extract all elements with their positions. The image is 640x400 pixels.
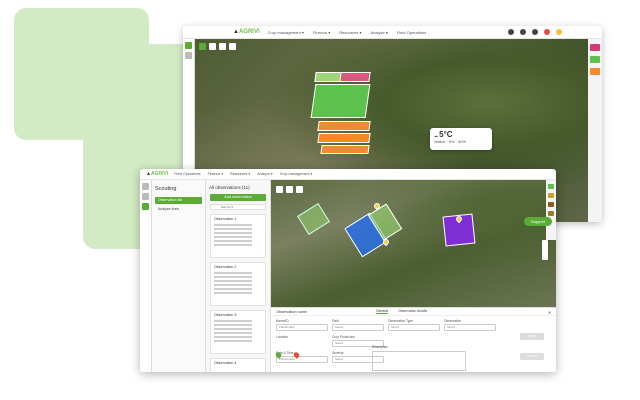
draw-icon[interactable] — [209, 43, 216, 50]
app-logo: ▲AGRIVI — [146, 171, 169, 177]
tab-general[interactable]: General — [376, 309, 389, 314]
field-polygon[interactable] — [339, 72, 371, 82]
field-select[interactable]: Select — [332, 324, 384, 331]
nav-menu-item[interactable]: Crop management ▾ — [268, 30, 304, 35]
sidebar-item-analyze-area[interactable]: Analyze Area — [155, 206, 202, 213]
avatar[interactable] — [556, 29, 562, 35]
panel-title: Scouting — [155, 186, 177, 192]
nav-menu-item[interactable]: Resources ▾ — [230, 172, 250, 176]
nav-menu-item[interactable]: Finance ▾ — [208, 172, 224, 176]
field-label: Crop Production — [332, 335, 356, 339]
sound-icon[interactable] — [185, 52, 192, 59]
temperature: 5°C — [439, 130, 453, 139]
card-title: Observation 4 — [214, 361, 237, 365]
field-label: Location — [276, 335, 289, 339]
list-item[interactable]: Observation 4 — [210, 358, 266, 372]
measure-icon[interactable] — [219, 43, 226, 50]
scouting-icon[interactable] — [142, 203, 149, 210]
layer-swatch[interactable] — [590, 44, 600, 51]
cloud-icon: ☁ — [434, 133, 438, 138]
calendar-icon[interactable] — [520, 29, 526, 35]
top-navigation: ▲AGRIVI Field Operations Finance ▾ Resou… — [140, 169, 556, 180]
field-polygon[interactable] — [317, 121, 371, 131]
app-logo: ▲AGRIVI — [233, 29, 260, 35]
satellite-map[interactable]: Support — [271, 180, 556, 307]
list-item[interactable]: Observation 3 — [210, 310, 266, 354]
nav-menu-item[interactable]: Finance ▾ — [313, 30, 330, 35]
scouting-panel: Scouting Observation list Analyze Area — [152, 180, 206, 372]
layer-swatch[interactable] — [548, 211, 554, 216]
nav-menu-item[interactable]: Resources ▾ — [339, 30, 361, 35]
card-title: Observation 2 — [214, 265, 237, 269]
measure-icon[interactable] — [286, 186, 293, 193]
support-button[interactable]: Support — [524, 217, 552, 226]
field-label: Name/ID — [276, 319, 289, 323]
draw-icon[interactable] — [276, 186, 283, 193]
field-label: Description — [372, 345, 388, 349]
layer-rail — [546, 180, 556, 240]
form-title: Observation name — [276, 310, 308, 314]
notifications-icon[interactable] — [544, 29, 550, 35]
nav-menu-item[interactable]: Crop management ▾ — [280, 172, 313, 176]
field-polygon[interactable] — [297, 203, 330, 235]
layer-swatch[interactable] — [590, 56, 600, 63]
field-label: Observation Type — [388, 319, 413, 323]
tab-observation-details[interactable]: Observation details — [398, 309, 427, 314]
sidebar-item-observation-list[interactable]: Observation list — [155, 197, 202, 204]
filter-icon[interactable] — [142, 193, 149, 200]
add-field-icon[interactable] — [199, 43, 206, 50]
top-navigation: ▲AGRIVI Crop management ▾ Finance ▾ Reso… — [183, 26, 602, 39]
weather-details: Watch · 0% · 50% — [434, 139, 467, 144]
layer-swatch[interactable] — [548, 184, 554, 189]
zoom-control[interactable] — [542, 240, 548, 260]
description-textarea[interactable] — [372, 351, 466, 371]
weather-widget: ☁ 5°C Watch · 0% · 50% — [430, 128, 492, 150]
observation-form: Observation name ✕ General Observation d… — [271, 307, 556, 372]
layers-icon[interactable] — [296, 186, 303, 193]
layer-swatch[interactable] — [548, 193, 554, 198]
bell-icon[interactable] — [532, 29, 538, 35]
nav-menu-item[interactable]: Analyze ▾ — [257, 172, 273, 176]
location-pin-icon[interactable] — [274, 351, 283, 359]
layer-swatch[interactable] — [548, 202, 554, 207]
panel-title: All observations (11) — [209, 185, 250, 190]
observation-pin[interactable] — [381, 237, 391, 247]
add-observation-button[interactable]: Add observation — [210, 194, 266, 201]
nav-menu-item[interactable]: Field Operations — [174, 172, 200, 176]
help-icon[interactable] — [508, 29, 514, 35]
map-layers-icon[interactable] — [185, 42, 192, 49]
name-input[interactable]: Placeholder — [276, 324, 328, 331]
field-polygon[interactable] — [320, 145, 370, 154]
nav-menu-item[interactable]: Analyze ▾ — [370, 30, 387, 35]
observations-panel: All observations (11) Add observation So… — [206, 180, 271, 372]
layers-icon[interactable] — [229, 43, 236, 50]
field-polygon[interactable] — [310, 84, 371, 118]
close-icon[interactable]: ✕ — [548, 310, 551, 315]
observation-select[interactable]: Select — [444, 324, 496, 331]
layer-swatch[interactable] — [590, 68, 600, 75]
nav-menu-item[interactable]: Field Operations — [397, 30, 426, 35]
sort-dropdown[interactable]: Sort by ▾ — [210, 204, 266, 210]
list-item[interactable]: Observation 2 — [210, 262, 266, 306]
field-label: Observation — [444, 319, 462, 323]
card-title: Observation 3 — [214, 313, 237, 317]
layer-rail — [588, 39, 602, 222]
save-button[interactable]: Save — [520, 333, 544, 340]
card-title: Observation 1 — [214, 217, 237, 221]
observation-type-select[interactable]: Select — [388, 324, 440, 331]
cancel-button[interactable]: Cancel — [520, 353, 544, 360]
field-label: Field — [332, 319, 339, 323]
home-icon[interactable] — [142, 183, 149, 190]
field-polygon[interactable] — [317, 133, 371, 143]
left-rail — [140, 180, 152, 372]
list-item[interactable]: Observation 1 — [210, 214, 266, 258]
front-app-window: ▲AGRIVI Field Operations Finance ▾ Resou… — [140, 169, 556, 372]
